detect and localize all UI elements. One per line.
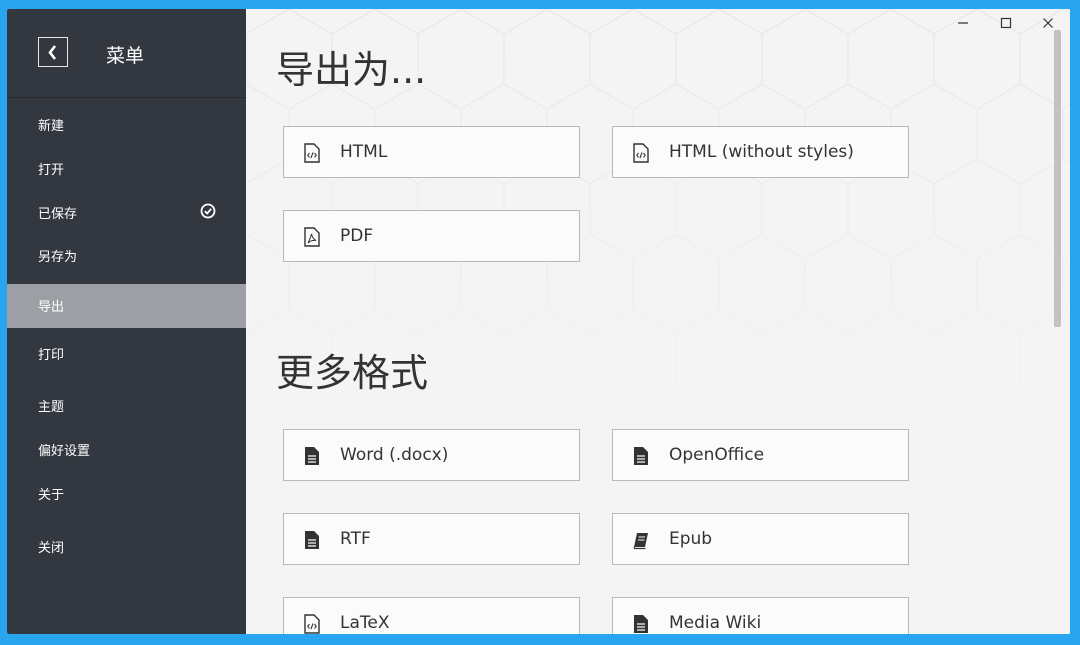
maximize-icon	[1000, 17, 1012, 29]
button-label: Word (.docx)	[340, 445, 449, 465]
document-icon	[634, 615, 648, 633]
sidebar-item-label: 已保存	[38, 207, 78, 222]
book-icon	[633, 533, 648, 550]
export-word-button[interactable]: Word (.docx)	[283, 429, 580, 481]
button-label: Media Wiki	[669, 613, 762, 633]
button-label: Epub	[669, 529, 713, 549]
sidebar-item-label: 导出	[38, 300, 65, 315]
button-label: RTF	[340, 529, 371, 549]
sidebar-item-label: 关闭	[38, 541, 65, 556]
export-html-button[interactable]: HTML	[283, 126, 580, 178]
document-icon	[634, 447, 648, 465]
button-label: LaTeX	[340, 613, 390, 633]
app-window: 菜单 新建 打开 已保存 另存为 导出 打印 主题 偏好设置 关于 关闭 导出为…	[7, 9, 1070, 634]
code-file-icon	[304, 143, 320, 163]
minimize-icon	[958, 22, 968, 24]
close-icon	[1043, 18, 1053, 28]
sidebar-title: 菜单	[106, 45, 145, 67]
sidebar-item-label: 偏好设置	[38, 444, 91, 459]
sidebar-item-about[interactable]: 关于	[7, 472, 246, 516]
pdf-file-icon	[304, 227, 320, 247]
sidebar-item-close[interactable]: 关闭	[7, 525, 246, 569]
chevron-left-icon	[48, 45, 57, 60]
sidebar-item-new[interactable]: 新建	[7, 103, 246, 147]
sidebar-item-print[interactable]: 打印	[7, 332, 246, 376]
sidebar-item-save-as[interactable]: 另存为	[7, 234, 246, 278]
sidebar-header: 菜单	[7, 9, 246, 98]
code-file-icon	[304, 614, 320, 634]
vertical-scrollbar[interactable]	[1054, 30, 1061, 327]
export-epub-button[interactable]: Epub	[612, 513, 909, 565]
code-file-icon	[633, 143, 649, 163]
button-label: OpenOffice	[669, 445, 765, 465]
sidebar-item-export[interactable]: 导出	[7, 284, 246, 328]
sidebar-menu: 菜单 新建 打开 已保存 另存为 导出 打印 主题 偏好设置 关于 关闭	[7, 9, 246, 634]
check-circle-icon	[200, 203, 216, 219]
sidebar-item-label: 打印	[38, 348, 65, 363]
sidebar-item-open[interactable]: 打开	[7, 147, 246, 191]
sidebar-item-label: 主题	[38, 400, 65, 415]
sidebar-item-label: 新建	[38, 119, 65, 134]
sidebar-item-label: 另存为	[38, 250, 78, 265]
minimize-button[interactable]	[943, 12, 983, 34]
sidebar-item-theme[interactable]: 主题	[7, 384, 246, 428]
sidebar-item-saved[interactable]: 已保存	[7, 191, 246, 235]
maximize-button[interactable]	[986, 12, 1026, 34]
document-icon	[305, 447, 319, 465]
export-latex-button[interactable]: LaTeX	[283, 597, 580, 634]
export-rtf-button[interactable]: RTF	[283, 513, 580, 565]
sidebar-item-label: 打开	[38, 163, 65, 178]
export-openoffice-button[interactable]: OpenOffice	[612, 429, 909, 481]
button-label: HTML (without styles)	[669, 142, 854, 162]
sidebar-item-preferences[interactable]: 偏好设置	[7, 428, 246, 472]
export-html-no-styles-button[interactable]: HTML (without styles)	[612, 126, 909, 178]
export-mediawiki-button[interactable]: Media Wiki	[612, 597, 909, 634]
document-icon	[305, 531, 319, 549]
sidebar-item-label: 关于	[38, 488, 65, 503]
export-panel: 导出为... HTML HTML (without styles) PDF 更多…	[246, 9, 1070, 634]
export-section-title: 导出为...	[276, 48, 427, 92]
button-label: PDF	[340, 226, 374, 246]
button-label: HTML	[340, 142, 388, 162]
export-pdf-button[interactable]: PDF	[283, 210, 580, 262]
close-window-button[interactable]	[1028, 12, 1068, 34]
back-button[interactable]	[38, 37, 68, 67]
more-formats-title: 更多格式	[276, 351, 429, 395]
